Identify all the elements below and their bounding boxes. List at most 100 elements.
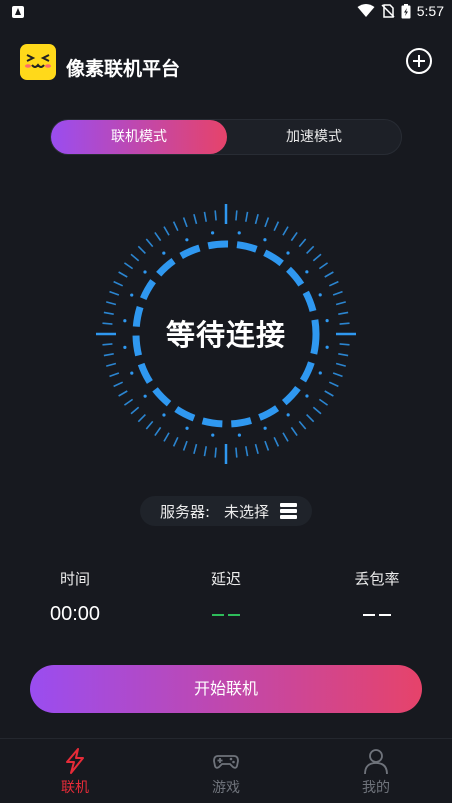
dial-tick xyxy=(203,446,207,457)
dial-dot xyxy=(263,426,267,430)
app-header: 像素联机平台 xyxy=(0,40,452,90)
dial-tick xyxy=(290,426,298,437)
dial-tick xyxy=(193,214,198,225)
stat-delay-value xyxy=(176,603,276,626)
dial-tick xyxy=(282,432,289,442)
dial-tick xyxy=(130,406,140,415)
dial-tick xyxy=(312,406,322,415)
nav-item-link[interactable]: 联机 xyxy=(30,747,120,797)
nav-item-games-label: 游戏 xyxy=(212,780,240,796)
server-selector[interactable]: 服务器: 未选择 xyxy=(140,496,312,526)
dial-tick xyxy=(154,426,162,437)
dial-dot xyxy=(211,433,215,437)
dial-tick xyxy=(245,211,249,222)
gamepad-icon xyxy=(213,755,239,769)
dial-tick xyxy=(306,245,315,254)
connection-dial: 等待连接 xyxy=(96,204,356,464)
tab-accelerate-mode[interactable]: 加速模式 xyxy=(227,120,401,154)
add-icon[interactable] xyxy=(406,48,432,74)
dial-tick xyxy=(145,420,154,430)
stat-time-value: 00:00 xyxy=(49,603,101,625)
server-label: 服务器: xyxy=(160,503,211,521)
dial-tick xyxy=(273,436,280,447)
dial-tick xyxy=(254,214,259,225)
dial-tick xyxy=(109,290,120,296)
server-value: 未选择 xyxy=(224,503,270,521)
dial-tick xyxy=(318,262,329,270)
dial-tick xyxy=(298,238,307,248)
mode-switch: 联机模式 加速模式 xyxy=(50,119,402,155)
server-list-icon xyxy=(280,503,297,519)
dial-tick xyxy=(154,231,162,242)
lightning-icon xyxy=(66,748,84,774)
dial-tick xyxy=(214,447,217,458)
dial-tick xyxy=(324,390,334,397)
nav-item-games[interactable]: 游戏 xyxy=(181,747,271,797)
dial-tick xyxy=(118,390,128,397)
dial-tick xyxy=(264,217,270,228)
dial-tick xyxy=(328,381,339,388)
start-link-button[interactable]: 开始联机 xyxy=(30,665,422,713)
dial-dot xyxy=(305,394,309,398)
dial-dot xyxy=(237,433,242,437)
dial-tick xyxy=(290,231,298,242)
dial-tick xyxy=(298,420,307,430)
dial-tick xyxy=(235,210,238,221)
dial-dot xyxy=(286,251,290,255)
stat-delay-label: 延迟 xyxy=(210,570,241,588)
dial-tick xyxy=(328,280,339,287)
dial-tick xyxy=(137,414,146,423)
stat-loss-value xyxy=(327,603,427,626)
dial-tick xyxy=(118,271,128,278)
dial-tick xyxy=(193,443,198,454)
dial-tick xyxy=(130,253,140,262)
dial-dot xyxy=(237,231,241,235)
dial-tick xyxy=(332,372,343,378)
dial-tick xyxy=(338,353,349,357)
dial-dot xyxy=(185,238,189,242)
nav-item-mine-label: 我的 xyxy=(362,780,390,796)
tab-link-mode[interactable]: 联机模式 xyxy=(51,120,227,154)
dial-dot xyxy=(305,270,309,274)
app-logo-icon xyxy=(20,44,56,80)
dial-tick xyxy=(332,290,343,296)
nav-item-mine[interactable]: 我的 xyxy=(331,747,421,797)
dial-tick xyxy=(254,443,259,454)
dial-tick xyxy=(264,440,270,451)
battery-icon xyxy=(401,3,411,18)
dial-tick xyxy=(312,253,322,262)
dial-dot xyxy=(130,293,134,297)
dial-tick xyxy=(306,414,315,423)
dial-tick xyxy=(109,372,120,378)
connection-status: 等待连接 xyxy=(165,318,286,352)
dial-tick xyxy=(282,226,289,236)
wifi-icon xyxy=(357,4,375,17)
dial-tick xyxy=(137,245,146,254)
dial-tick xyxy=(318,398,329,406)
dial-tick xyxy=(245,446,249,457)
dial-tick xyxy=(123,262,134,270)
status-time: 5:57 xyxy=(416,3,444,19)
stat-time: 时间 00:00 xyxy=(25,568,125,626)
dial-dot xyxy=(318,371,322,375)
dial-dot xyxy=(162,413,166,417)
dial-tick xyxy=(103,353,114,357)
stat-time-label: 时间 xyxy=(59,570,90,588)
dial-tick xyxy=(106,362,117,367)
app-title: 像素联机平台 xyxy=(66,58,181,80)
stat-loss: 丢包率 xyxy=(327,568,427,626)
user-icon xyxy=(364,749,388,775)
dial-tick xyxy=(113,381,124,388)
dial-tick xyxy=(235,447,238,458)
dial-tick xyxy=(163,432,170,442)
dial-dot xyxy=(286,413,290,417)
status-bar: 5:57 xyxy=(0,0,452,26)
dial-tick xyxy=(324,271,334,278)
dial-tick xyxy=(203,211,207,222)
dial-tick xyxy=(335,362,346,367)
bottom-nav: 联机 游戏 我的 xyxy=(0,738,452,803)
dial-tick xyxy=(335,301,346,306)
dial-tick xyxy=(163,226,170,236)
dial-tick xyxy=(113,280,124,287)
dial-tick xyxy=(172,436,179,447)
